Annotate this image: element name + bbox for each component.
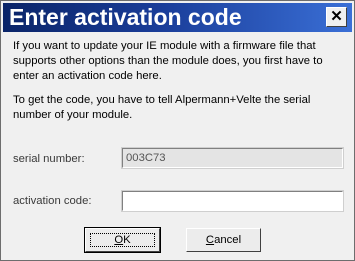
close-button[interactable]: ✕ [326,7,347,27]
serial-number-label: serial number: [13,153,85,165]
title-bar[interactable]: Enter activation code ✕ [3,3,352,32]
info-paragraph-update: If you want to update your IE module wit… [13,40,323,82]
activation-dialog: Enter activation code ✕ If you want to u… [0,0,355,261]
cancel-button-label: Cancel [205,234,242,246]
dialog-title: Enter activation code [9,4,242,30]
ok-button-label: OK [114,234,131,246]
close-icon: ✕ [330,8,343,25]
ok-button[interactable]: OK [84,227,161,253]
info-paragraph-contact: To get the code, you have to tell Alperm… [13,94,311,121]
cancel-button[interactable]: Cancel [186,228,261,252]
activation-code-input[interactable] [121,190,344,212]
serial-number-field[interactable] [121,147,344,169]
activation-code-label: activation code: [13,195,92,207]
